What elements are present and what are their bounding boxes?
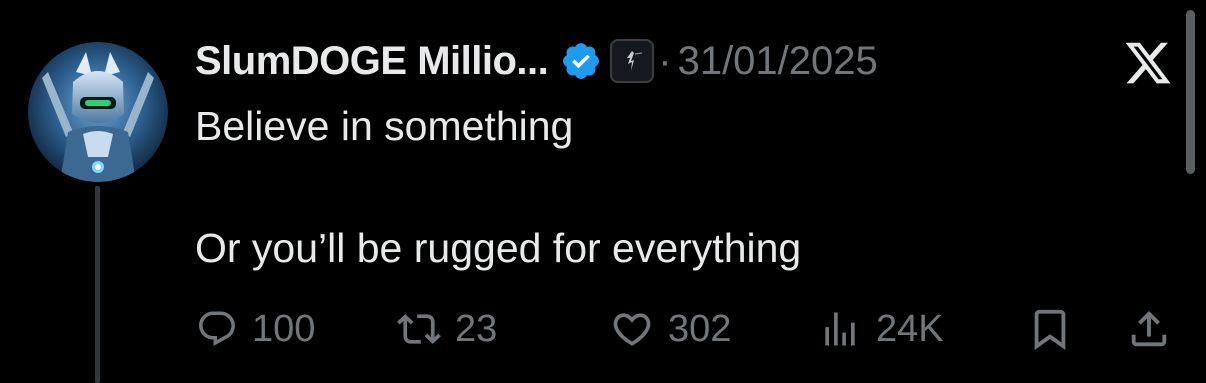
post-text: Believe in something Or you’ll be rugged… [195,96,801,279]
views-button[interactable]: 24K [818,304,944,354]
scrollbar[interactable] [1186,10,1195,174]
bookmark-icon [1034,309,1066,350]
share-upload-icon [1131,310,1167,347]
repost-button[interactable]: 23 [397,304,497,354]
author-name[interactable]: SlumDOGE Millio... [195,39,549,84]
views-count: 24K [876,307,944,350]
post-header: SlumDOGE Millio... · 31/01/2025 [195,36,878,86]
separator-dot: · [658,38,672,83]
bar-chart-icon [825,312,855,346]
avatar[interactable] [28,42,168,182]
speech-bubble-icon [199,311,235,346]
post-text-line: Or you’ll be rugged for everything [195,225,802,271]
post-date[interactable]: 31/01/2025 [678,39,878,84]
repost-count: 23 [455,307,498,350]
reply-count: 100 [252,307,316,350]
repost-arrows-icon [397,314,441,344]
heart-icon [613,313,651,346]
share-button[interactable] [1126,304,1172,354]
bookmark-button[interactable] [1027,304,1073,354]
like-count: 302 [668,307,732,350]
verified-check-icon[interactable] [560,40,602,82]
post-text-line: Believe in something [195,103,574,149]
affiliate-badge-icon[interactable] [610,39,655,83]
thread-line [95,186,100,383]
post-text-line [195,157,801,218]
like-button[interactable]: 302 [610,304,731,354]
x-logo-icon[interactable] [1122,38,1174,88]
reply-button[interactable]: 100 [196,304,315,354]
